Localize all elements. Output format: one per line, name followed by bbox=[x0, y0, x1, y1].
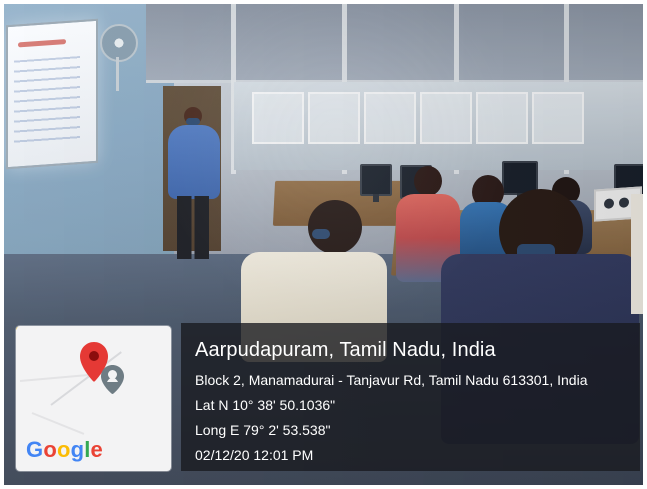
location-title: Aarpudapuram, Tamil Nadu, India bbox=[195, 339, 496, 361]
google-letter: e bbox=[90, 437, 103, 462]
google-logo: Google bbox=[26, 438, 103, 462]
google-letter: G bbox=[26, 437, 44, 462]
google-letter: o bbox=[56, 437, 71, 462]
map-road bbox=[31, 412, 85, 435]
map-thumbnail: Google bbox=[16, 326, 171, 471]
longitude-text: Long E 79° 2' 53.538" bbox=[195, 422, 331, 438]
location-overlay: Aarpudapuram, Tamil Nadu, India Block 2,… bbox=[181, 323, 640, 471]
timestamp-text: 02/12/20 12:01 PM bbox=[195, 447, 314, 463]
address-text: Block 2, Manamadurai - Tanjavur Rd, Tami… bbox=[195, 372, 588, 388]
google-letter: o bbox=[43, 437, 57, 462]
latitude-text: Lat N 10° 38' 50.1036" bbox=[195, 397, 336, 413]
location-avatar-icon bbox=[101, 365, 124, 395]
map-road bbox=[16, 326, 41, 399]
google-letter: g bbox=[70, 437, 85, 462]
